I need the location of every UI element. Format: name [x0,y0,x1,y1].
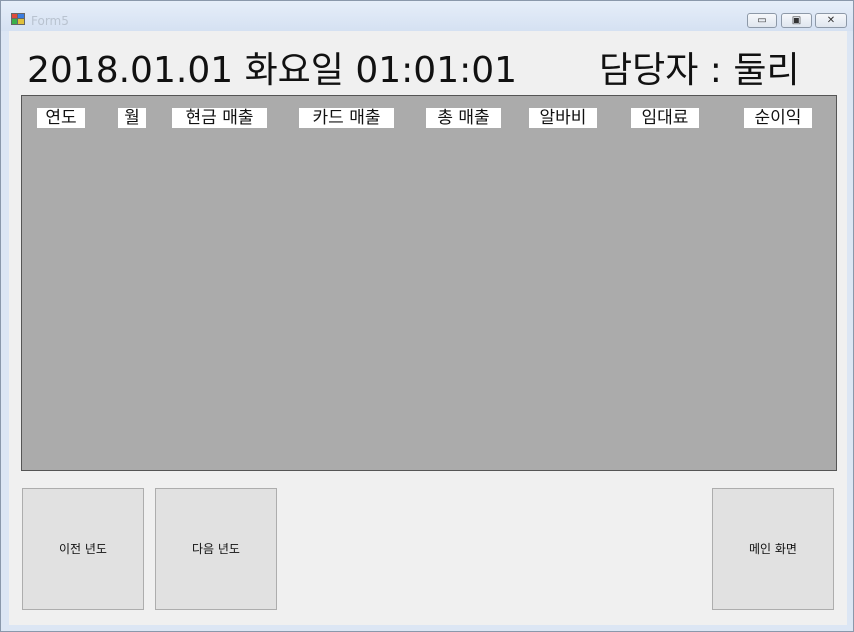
form-client-area: 2018.01.01 화요일 01:01:01 담당자 : 둘리 연도 월 현금… [9,31,847,625]
column-header-part-time-wages: 알바비 [529,108,597,128]
window-title: Form5 [31,14,69,28]
title-bar[interactable]: Form5 ▭ ▣ ✕ [1,1,853,31]
app-icon [11,13,25,25]
maximize-icon: ▣ [791,15,802,26]
close-icon: ✕ [826,15,836,26]
column-header-month: 월 [118,108,146,128]
next-year-button[interactable]: 다음 년도 [155,488,277,610]
column-header-rent: 임대료 [631,108,699,128]
close-button[interactable]: ✕ [815,13,847,28]
column-header-year: 연도 [37,108,85,128]
column-header-cash-sales: 현금 매출 [172,108,267,128]
manager-label: 담당자 : 둘리 [599,50,800,91]
column-header-total-sales: 총 매출 [426,108,501,128]
minimize-icon: ▭ [757,15,767,26]
minimize-button[interactable]: ▭ [747,13,777,28]
sales-table[interactable]: 연도 월 현금 매출 카드 매출 총 매출 알바비 임대료 순이익 [21,95,837,471]
column-header-net-profit: 순이익 [744,108,812,128]
app-window: Form5 ▭ ▣ ✕ 2018.01.01 화요일 01:01:01 담당자 … [0,0,854,632]
datetime-label: 2018.01.01 화요일 01:01:01 [27,50,518,91]
prev-year-button[interactable]: 이전 년도 [22,488,144,610]
column-header-card-sales: 카드 매출 [299,108,394,128]
maximize-button[interactable]: ▣ [781,13,812,28]
main-screen-button[interactable]: 메인 화면 [712,488,834,610]
